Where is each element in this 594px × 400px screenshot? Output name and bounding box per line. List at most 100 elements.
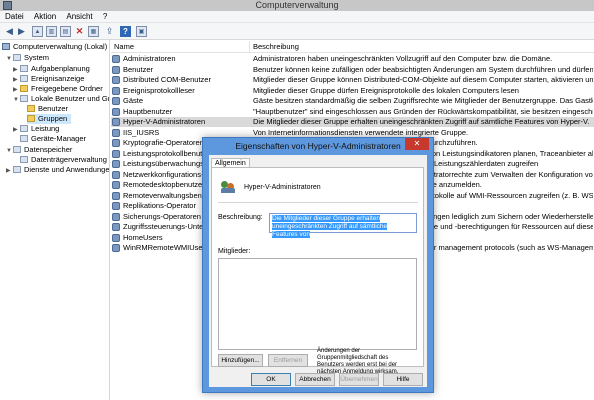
group-icon [112,233,120,242]
row-name: Ereignisprotokollleser [123,85,195,95]
group-icon [112,97,120,105]
row-name: Gäste [123,96,144,105]
group-icon [112,76,120,84]
remove-member-button[interactable]: Entfernen [268,354,308,367]
menu-aktion[interactable]: Aktion [34,11,56,23]
row-name: Administratoren [123,54,176,63]
users-icon [20,95,28,102]
tree-item-ereignisanzeige[interactable]: ▶ Ereignisanzeige [13,74,84,84]
delete-icon[interactable]: ✕ [74,26,85,37]
help-icon[interactable]: ? [120,26,131,37]
members-list[interactable] [218,258,417,350]
tree-item-leistung[interactable]: ▶ Leistung [13,124,59,134]
tree-item-dienste[interactable]: ▶ Dienste und Anwendungen [6,165,109,176]
help-button[interactable]: Hilfe [383,373,423,386]
table-row[interactable]: Ereignisprotokollleser Mitglieder dieser … [111,86,594,96]
back-icon[interactable]: ◀ [4,26,15,37]
chevron-down-icon[interactable]: ▼ [13,95,20,105]
table-row[interactable]: Gäste Gäste besitzen standardmäßig die se… [111,96,594,106]
group-icon [112,181,120,189]
tab-panel: Hyper-V-Administratoren Beschreibung: Di… [211,167,424,375]
toolbar: ◀ ▶ ▲ ▥ ▤ ✕ ▦ ⇪ ? ▣ [0,23,594,40]
add-member-button[interactable]: Hinzufügen... [218,354,263,367]
row-description: Administratoren haben uneingeschränkten … [253,54,553,63]
tree-item-benutzer[interactable]: Benutzer [27,104,68,114]
tree-item-freigegebene-ordner[interactable]: ▶ Freigegebene Ordner [13,84,103,94]
group-icon [112,191,120,200]
export-icon[interactable]: ⇪ [104,26,115,37]
view-icon[interactable]: ▤ [60,26,71,37]
table-row[interactable]: IIS_IUSRS Von Internetinformationsdienste… [111,128,594,138]
row-description: Die Mitglieder dieser Gruppe erhalten un… [253,117,590,126]
row-description: Von Internetinformationsdiensten verwend… [253,127,469,137]
group-icon [112,65,120,74]
table-row[interactable]: Administratoren Administratoren haben une… [111,54,594,64]
clock-icon [20,65,28,72]
menu-ansicht[interactable]: Ansicht [66,11,92,23]
tree-item-computerverwaltung[interactable]: Computerverwaltung (Lokal) [2,42,107,52]
properties-icon[interactable]: ▦ [88,26,99,37]
group-name: Hyper-V-Administratoren [244,184,321,191]
divider [218,202,418,203]
title-bar: Computerverwaltung [0,0,594,11]
group-icon [221,181,235,193]
row-description: Gäste besitzen standardmäßig die selben … [253,96,593,105]
storage-icon [13,146,21,153]
chevron-right-icon[interactable]: ▶ [13,125,20,135]
forward-icon[interactable]: ▶ [16,26,27,37]
tree-item-lokale-benutzer[interactable]: ▼ Lokale Benutzer und Gr [13,94,109,105]
folder-icon [20,85,28,92]
list-header: Name Beschreibung [111,40,594,53]
navigation-tree: Computerverwaltung (Lokal) ▼ System ▶ Aufg… [0,40,110,400]
row-description: "Hauptbenutzer" sind eingeschlossen aus … [253,106,593,116]
folder-icon [27,105,35,112]
group-icon [112,139,120,147]
group-icon [112,149,120,158]
table-row[interactable]: Hyper-V-Administratoren Die Mitglieder di… [111,117,594,127]
group-icon [112,128,120,137]
membership-note: Änderungen der Gruppenmitgliedschaft des… [317,348,399,375]
group-icon [112,202,120,210]
column-header-description[interactable]: Beschreibung [253,40,299,53]
chevron-down-icon[interactable]: ▼ [6,54,13,64]
group-icon [112,107,120,116]
chevron-down-icon[interactable]: ▼ [6,146,13,156]
tree-item-gruppen[interactable]: Gruppen [27,114,72,124]
filter-icon[interactable]: ▣ [136,26,147,37]
tree-item-datenspeicher[interactable]: ▼ Datenspeicher [6,145,72,155]
tree-item-geraete-manager[interactable]: Geräte-Manager [20,134,86,144]
chevron-right-icon[interactable]: ▶ [6,166,13,176]
menu-datei[interactable]: Datei [5,11,24,23]
description-label: Beschreibung: [218,214,263,221]
table-row[interactable]: Hauptbenutzer "Hauptbenutzer" sind einges… [111,107,594,117]
dialog-title: Eigenschaften von Hyper-V-Administratore… [235,141,401,151]
ok-button[interactable]: OK [251,373,291,386]
table-row[interactable]: Benutzer Benutzer können keine zufälligen… [111,65,594,75]
description-field[interactable]: Die Mitglieder dieser Gruppe erhalten un… [269,213,417,238]
group-icon [112,223,120,231]
row-name: Benutzer [123,64,154,74]
column-divider[interactable] [249,41,250,52]
column-header-name[interactable]: Name [114,40,134,53]
group-icon [112,160,120,168]
row-name: IIS_IUSRS [123,127,160,137]
group-icon [112,86,120,95]
group-icon [112,244,120,252]
computer-icon [2,43,10,50]
apply-button[interactable]: Übernehmen [339,373,379,386]
members-label: Mitglieder: [218,248,251,255]
table-row[interactable]: Distributed COM-Benutzer Mitglieder diese… [111,75,594,85]
tree-item-system[interactable]: ▼ System [6,53,49,63]
dialog-body: Allgemein Hyper-V-Administratoren Beschr… [209,155,427,387]
cancel-button[interactable]: Abbrechen [295,373,335,386]
services-icon [13,166,21,173]
window-title: Computerverwaltung [255,0,339,10]
event-icon [20,75,28,82]
show-tree-icon[interactable]: ▥ [46,26,57,37]
close-button[interactable]: ✕ [405,138,429,150]
up-icon[interactable]: ▲ [32,26,43,37]
tree-item-aufgabenplanung[interactable]: ▶ Aufgabenplanung [13,64,90,74]
menu-help[interactable]: ? [103,11,107,23]
tree-item-datentraegerverwaltung[interactable]: Datenträgerverwaltung [20,155,107,165]
row-name: Hauptbenutzer [123,106,173,116]
